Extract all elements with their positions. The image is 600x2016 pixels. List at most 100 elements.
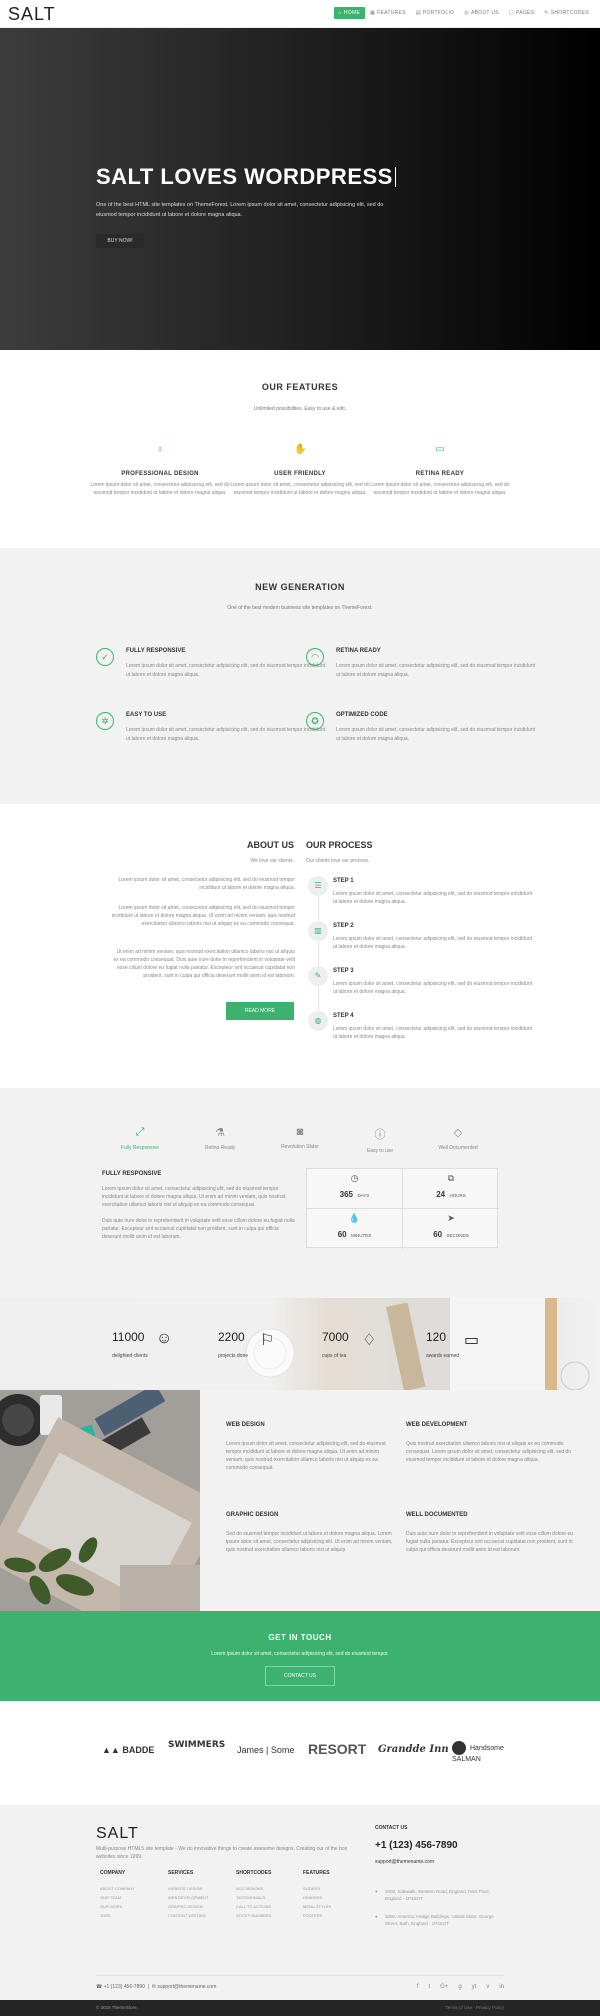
counters-section: 11000 delighted clients ☺ 2200 projects don…: [0, 1298, 600, 1390]
home-icon: ⌂: [338, 10, 342, 16]
process-title: OUR PROCESS: [306, 840, 373, 850]
drop-icon: 💧: [348, 1213, 361, 1223]
hero-section: SALT LOVES WORDPRESS One of the best HTM…: [0, 28, 600, 350]
counter-tea: 7000 cups of tea ♢: [322, 1330, 377, 1359]
footer-link[interactable]: OUR TEAM: [100, 1893, 160, 1902]
footer-link[interactable]: JOBS: [100, 1911, 160, 1920]
contact-phone[interactable]: +1 (123) 456-7890: [375, 1840, 458, 1851]
phone-icon: ☎: [96, 1984, 103, 1990]
client-logo-james-some[interactable]: James | Some: [237, 1745, 294, 1755]
client-logos: ▲▲ BADDE SWIMMERS James | Some RESORT Gr…: [0, 1701, 600, 1805]
generation-subtitle: One of the best modern business site tem…: [227, 605, 373, 611]
site-logo[interactable]: SALT: [8, 4, 56, 25]
footer-link[interactable]: ACCORDIONS: [236, 1884, 296, 1893]
counter-projects: 2200 projects done ⚐: [218, 1330, 275, 1359]
globe-icon: ◍: [308, 1011, 328, 1031]
footer-link[interactable]: MENU STYLES: [303, 1902, 363, 1911]
list-icon: ☰: [308, 876, 328, 896]
menu-item-portfolio[interactable]: ▤ PORTFOLIO: [411, 7, 460, 19]
footer-link[interactable]: CALL TO ACTIONS: [236, 1902, 296, 1911]
footer-link[interactable]: HEADERS: [303, 1893, 363, 1902]
footer-link[interactable]: CONTENT WRITING: [168, 1911, 228, 1920]
client-logo-swimmers[interactable]: SWIMMERS: [168, 1741, 225, 1750]
linkedin-icon[interactable]: in: [499, 1984, 504, 1990]
counter-clients: 11000 delighted clients ☺: [112, 1330, 173, 1359]
contact-us-button[interactable]: CONTACT US: [265, 1666, 335, 1686]
expand-icon: ⤢: [135, 1126, 145, 1138]
vimeo-icon[interactable]: v: [486, 1984, 489, 1990]
counter-awards: 120 awards earned ▭: [426, 1330, 480, 1359]
location-pin-icon: ●: [375, 1914, 378, 1919]
read-more-button[interactable]: READ MORE: [226, 1002, 294, 1020]
layout-icon: ▥: [308, 921, 328, 941]
contact-email[interactable]: support@themename.com: [375, 1859, 434, 1865]
timer-minutes: 💧 60 MINUTES: [307, 1209, 403, 1249]
footer-link[interactable]: WEBSITE DESIGN: [168, 1884, 228, 1893]
footer-contact-bar: ☎ +1 (123) 456-7890 | ✉ support@themenam…: [96, 1975, 504, 1990]
flag-icon: ⚐: [260, 1332, 275, 1349]
tab-fully-responsive[interactable]: ⤢ Fully Responsive: [100, 1126, 180, 1151]
service-web-design: WEB DESIGN Lorem ipsum dolor sit amet, c…: [226, 1422, 386, 1471]
info-icon: ⓘ: [374, 1129, 386, 1141]
menu-item-pages[interactable]: ▢ PAGES: [504, 7, 539, 19]
badde-icon: ▲▲: [102, 1745, 120, 1755]
tab-easy-to-use[interactable]: ⓘ Easy to use: [340, 1126, 420, 1154]
footer-link[interactable]: SLIDERS: [303, 1884, 363, 1893]
address-2: ● 1000, America, Hedge Buildings, United …: [375, 1914, 494, 1926]
youtube-icon[interactable]: yt: [472, 1984, 477, 1990]
tag-icon: ◇: [453, 1127, 463, 1139]
pencil-icon: ✎: [308, 966, 328, 986]
tab-well-documented[interactable]: ◇ Well Documented: [418, 1126, 498, 1151]
typing-cursor: [394, 167, 397, 187]
cta-title: GET IN TOUCH: [268, 1633, 332, 1642]
tab-revolution-slider[interactable]: ◙ Revolution Slider: [260, 1126, 340, 1150]
feature-professional-design: ♁ PROFESSIONAL DESIGN Lorem ipsum dolor …: [90, 444, 230, 496]
google-plus-icon[interactable]: G+: [440, 1984, 448, 1990]
legal-links[interactable]: Terms of Use - Privacy Policy: [445, 2005, 504, 2010]
footer-link[interactable]: STICKY NUMBERS: [236, 1911, 296, 1920]
bottom-bar: © 2016 ThemeStore. Terms of Use - Privac…: [0, 2000, 600, 2016]
get-in-touch-section: GET IN TOUCH Lorem ipsum dolor sit amet,…: [0, 1611, 600, 1701]
menu-item-features[interactable]: ▦ FEATURES: [365, 7, 411, 19]
instagram-icon[interactable]: g: [458, 1984, 461, 1990]
copy-icon: ⧉: [447, 1173, 455, 1183]
client-logo-resort[interactable]: RESORT: [308, 1741, 366, 1757]
twitter-icon[interactable]: t: [428, 1984, 430, 1990]
footer-link[interactable]: WEB DEVELOPMENT: [168, 1893, 228, 1902]
menu-item-shortcodes[interactable]: ✎ SHORTCODES: [539, 7, 594, 19]
facebook-icon[interactable]: f: [417, 1984, 419, 1990]
client-logo-handsome-salman[interactable]: Handsome SALMAN: [452, 1741, 512, 1764]
client-logo-badde[interactable]: ▲▲ BADDE: [102, 1745, 154, 1755]
footer-link[interactable]: OUR WORK: [100, 1902, 160, 1911]
camera-icon: ◙: [296, 1126, 304, 1138]
footer-link[interactable]: FOOTERS: [303, 1911, 363, 1920]
footer-link[interactable]: GRAPHIC DESIGN: [168, 1902, 228, 1911]
monitor-icon: ▭: [435, 444, 445, 455]
services-section: WEB DESIGN Lorem ipsum dolor sit amet, c…: [200, 1390, 600, 1611]
portfolio-icon: ▤: [415, 10, 421, 16]
flask-icon: ⚗: [215, 1127, 225, 1139]
buy-now-button[interactable]: BUY NOW!: [96, 234, 144, 248]
gauge-icon: ◠: [306, 648, 324, 666]
hand-icon: ✋: [294, 444, 307, 455]
copyright: © 2016 ThemeStore.: [96, 2005, 138, 2010]
footer-col-features: FEATURES SLIDERS HEADERS MENU STYLES FOO…: [303, 1870, 363, 1920]
generation-title: NEW GENERATION: [255, 582, 345, 592]
features-subtitle: Unlimited possibilities. Easy to use & e…: [253, 406, 347, 412]
lightbulb-icon: ♁: [156, 444, 164, 455]
menu-item-home[interactable]: ⌂ HOME: [333, 7, 366, 19]
smile-icon: ☺: [156, 1330, 173, 1347]
tab-retina-ready[interactable]: ⚗ Retina Ready: [180, 1126, 260, 1151]
footer-link[interactable]: ABOUT COMPANY: [100, 1884, 160, 1893]
footer: SALT Multi-purpose HTML5 site template -…: [0, 1805, 600, 2000]
about-subtitle: We love our clients.: [250, 858, 294, 864]
salman-badge-icon: [452, 1741, 466, 1755]
footer-logo[interactable]: SALT: [96, 1825, 139, 1843]
service-graphic-design: GRAPHIC DESIGN Sed do eiusmod tempor inc…: [226, 1512, 393, 1553]
menu-item-about[interactable]: ◎ ABOUT US: [459, 7, 504, 19]
address-1: ● 1000, Sidewalk, Western Road, England, …: [375, 1889, 490, 1901]
client-logo-grandde-inn[interactable]: Grandde Inn: [378, 1744, 449, 1755]
tabs-section: [0, 1088, 600, 1298]
footer-link[interactable]: TESTIMONIALS: [236, 1893, 296, 1902]
process-timeline: [318, 880, 319, 1030]
